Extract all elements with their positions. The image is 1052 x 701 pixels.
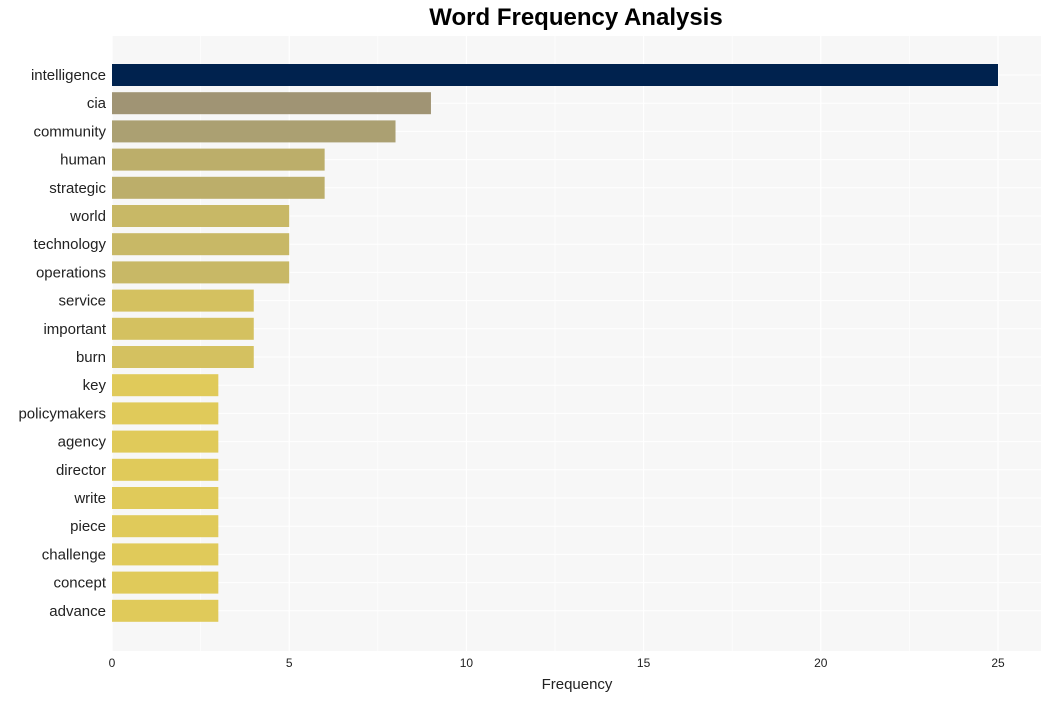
x-tick-label: 5 [286, 656, 293, 670]
y-tick-label: write [73, 490, 106, 507]
bar-write [112, 487, 219, 509]
bar-intelligence [112, 64, 998, 86]
bar-concept [112, 571, 219, 594]
y-tick-label: world [69, 208, 106, 225]
y-tick-label: intelligence [31, 67, 106, 84]
y-tick-label: community [33, 123, 106, 140]
bar-important [112, 317, 254, 340]
y-tick-labels: intelligence cia community human strategic wo… [18, 67, 106, 620]
y-tick-label: cia [87, 95, 107, 112]
y-tick-label: agency [58, 434, 107, 451]
y-tick-label: strategic [49, 180, 106, 197]
bar-chart: intelligence cia community human strategic wo… [18, 36, 1041, 693]
y-tick-label: piece [70, 518, 106, 535]
bar-policymakers [112, 402, 219, 425]
bar-advance [112, 599, 219, 622]
y-tick-label: advance [49, 603, 106, 620]
bar-cia [112, 92, 431, 115]
bar-director [112, 458, 219, 481]
y-tick-label: concept [53, 575, 106, 592]
x-tick-label: 0 [109, 656, 116, 670]
x-tick-label: 15 [637, 656, 651, 670]
x-tick-label: 20 [814, 656, 828, 670]
bar-operations [112, 261, 290, 284]
bar-service [112, 289, 254, 312]
y-tick-label: key [83, 377, 107, 394]
y-tick-label: burn [76, 349, 106, 366]
bar-key [112, 374, 219, 397]
y-tick-label: operations [36, 264, 106, 281]
bar-human [112, 148, 325, 171]
bar-community [112, 120, 396, 143]
bar-strategic [112, 176, 325, 199]
y-tick-label: technology [33, 236, 106, 253]
y-tick-label: challenge [42, 546, 106, 563]
y-tick-label: service [58, 293, 106, 310]
bar-world [112, 205, 290, 227]
y-tick-label: important [43, 321, 106, 338]
x-tick-labels: 0 5 10 15 20 25 [109, 656, 1005, 670]
bar-challenge [112, 543, 219, 566]
bar-agency [112, 430, 219, 453]
y-tick-label: policymakers [18, 405, 106, 422]
bar-piece [112, 515, 219, 538]
y-tick-label: director [56, 462, 106, 479]
bar-burn [112, 346, 254, 368]
y-tick-label: human [60, 152, 106, 169]
x-tick-label: 25 [991, 656, 1005, 670]
x-axis-label: Frequency [542, 676, 613, 693]
bar-technology [112, 233, 290, 256]
x-tick-label: 10 [460, 656, 474, 670]
